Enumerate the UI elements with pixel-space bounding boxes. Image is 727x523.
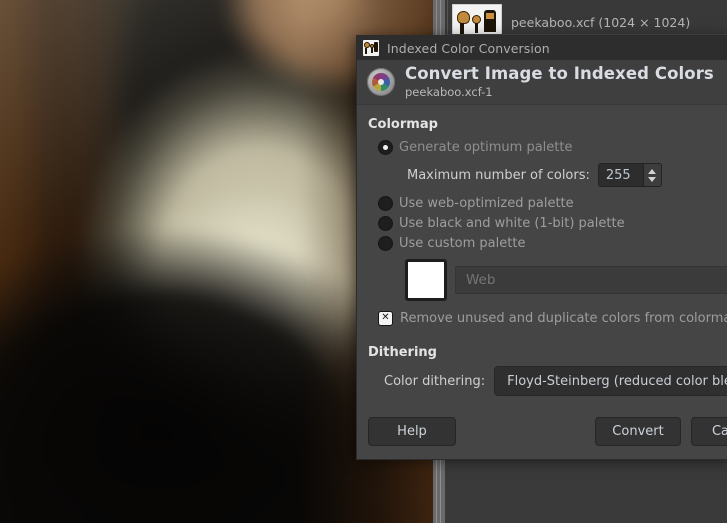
- tab-underline: [445, 34, 727, 35]
- stepper-arrows[interactable]: [642, 164, 661, 186]
- dialog-titlebar-text: Indexed Color Conversion: [387, 40, 550, 56]
- color-dithering-select[interactable]: Floyd-Steinberg (reduced color bleeding): [494, 366, 727, 396]
- chevron-down-icon[interactable]: [648, 176, 657, 182]
- radio-label: Use web-optimized palette: [399, 195, 574, 211]
- color-wheel-icon: [367, 68, 395, 96]
- dialog-subtitle: peekaboo.xcf-1: [405, 84, 493, 99]
- radio-label: Use black and white (1-bit) palette: [399, 215, 625, 231]
- radio-button-icon[interactable]: [379, 196, 392, 210]
- convert-button[interactable]: Convert: [595, 417, 681, 446]
- radio-button-icon[interactable]: [379, 216, 392, 230]
- cancel-button[interactable]: Cancel: [691, 417, 727, 446]
- color-dithering-row: Color dithering: Floyd-Steinberg (reduce…: [357, 365, 727, 397]
- help-button[interactable]: Help: [368, 417, 456, 446]
- radio-web-optimized-palette[interactable]: Use web-optimized palette: [357, 193, 727, 213]
- color-dithering-label: Color dithering:: [384, 373, 486, 389]
- max-colors-input[interactable]: 255: [598, 164, 643, 186]
- colormap-section-label: Colormap: [368, 117, 438, 132]
- checkbox-label: Remove unused and duplicate colors from …: [400, 310, 727, 326]
- radio-black-and-white-palette[interactable]: Use black and white (1-bit) palette: [357, 213, 727, 233]
- gimp-lower-panel: [433, 460, 727, 523]
- radio-button-icon[interactable]: [379, 236, 392, 250]
- dialog-title: Convert Image to Indexed Colors: [405, 64, 714, 84]
- radio-generate-optimum-palette[interactable]: Generate optimum palette: [357, 137, 727, 158]
- max-colors-row: Maximum number of colors: 255: [357, 160, 727, 190]
- dialog-footer: Help Convert Cancel: [357, 404, 727, 459]
- canvas-scrollbar-lower[interactable]: [433, 455, 445, 523]
- radio-label: Generate optimum palette: [399, 140, 573, 155]
- checkbox-icon[interactable]: [379, 311, 392, 325]
- dialog-header: Convert Image to Indexed Colors peekaboo…: [357, 60, 727, 105]
- image-tab-label: peekaboo.xcf (1024 × 1024): [511, 14, 691, 30]
- radio-button-icon[interactable]: [379, 141, 392, 154]
- checkbox-remove-unused-colors[interactable]: Remove unused and duplicate colors from …: [357, 307, 727, 329]
- dithering-section-label: Dithering: [368, 345, 437, 360]
- radio-custom-palette[interactable]: Use custom palette: [357, 233, 727, 253]
- gimp-wilber-icon: [363, 40, 379, 56]
- palette-preview-swatch-icon[interactable]: [405, 259, 447, 301]
- dialog-body: Colormap Generate optimum palette Maximu…: [357, 105, 727, 459]
- palette-name-field[interactable]: Web: [455, 266, 727, 294]
- dialog-titlebar[interactable]: Indexed Color Conversion: [357, 36, 727, 60]
- max-colors-label: Maximum number of colors:: [407, 167, 590, 183]
- max-colors-stepper[interactable]: 255: [597, 163, 662, 187]
- radio-label: Use custom palette: [399, 235, 526, 251]
- chevron-up-icon[interactable]: [648, 168, 657, 174]
- indexed-color-conversion-dialog: Indexed Color Conversion Convert Image t…: [357, 36, 727, 459]
- custom-palette-row: Web: [357, 259, 727, 301]
